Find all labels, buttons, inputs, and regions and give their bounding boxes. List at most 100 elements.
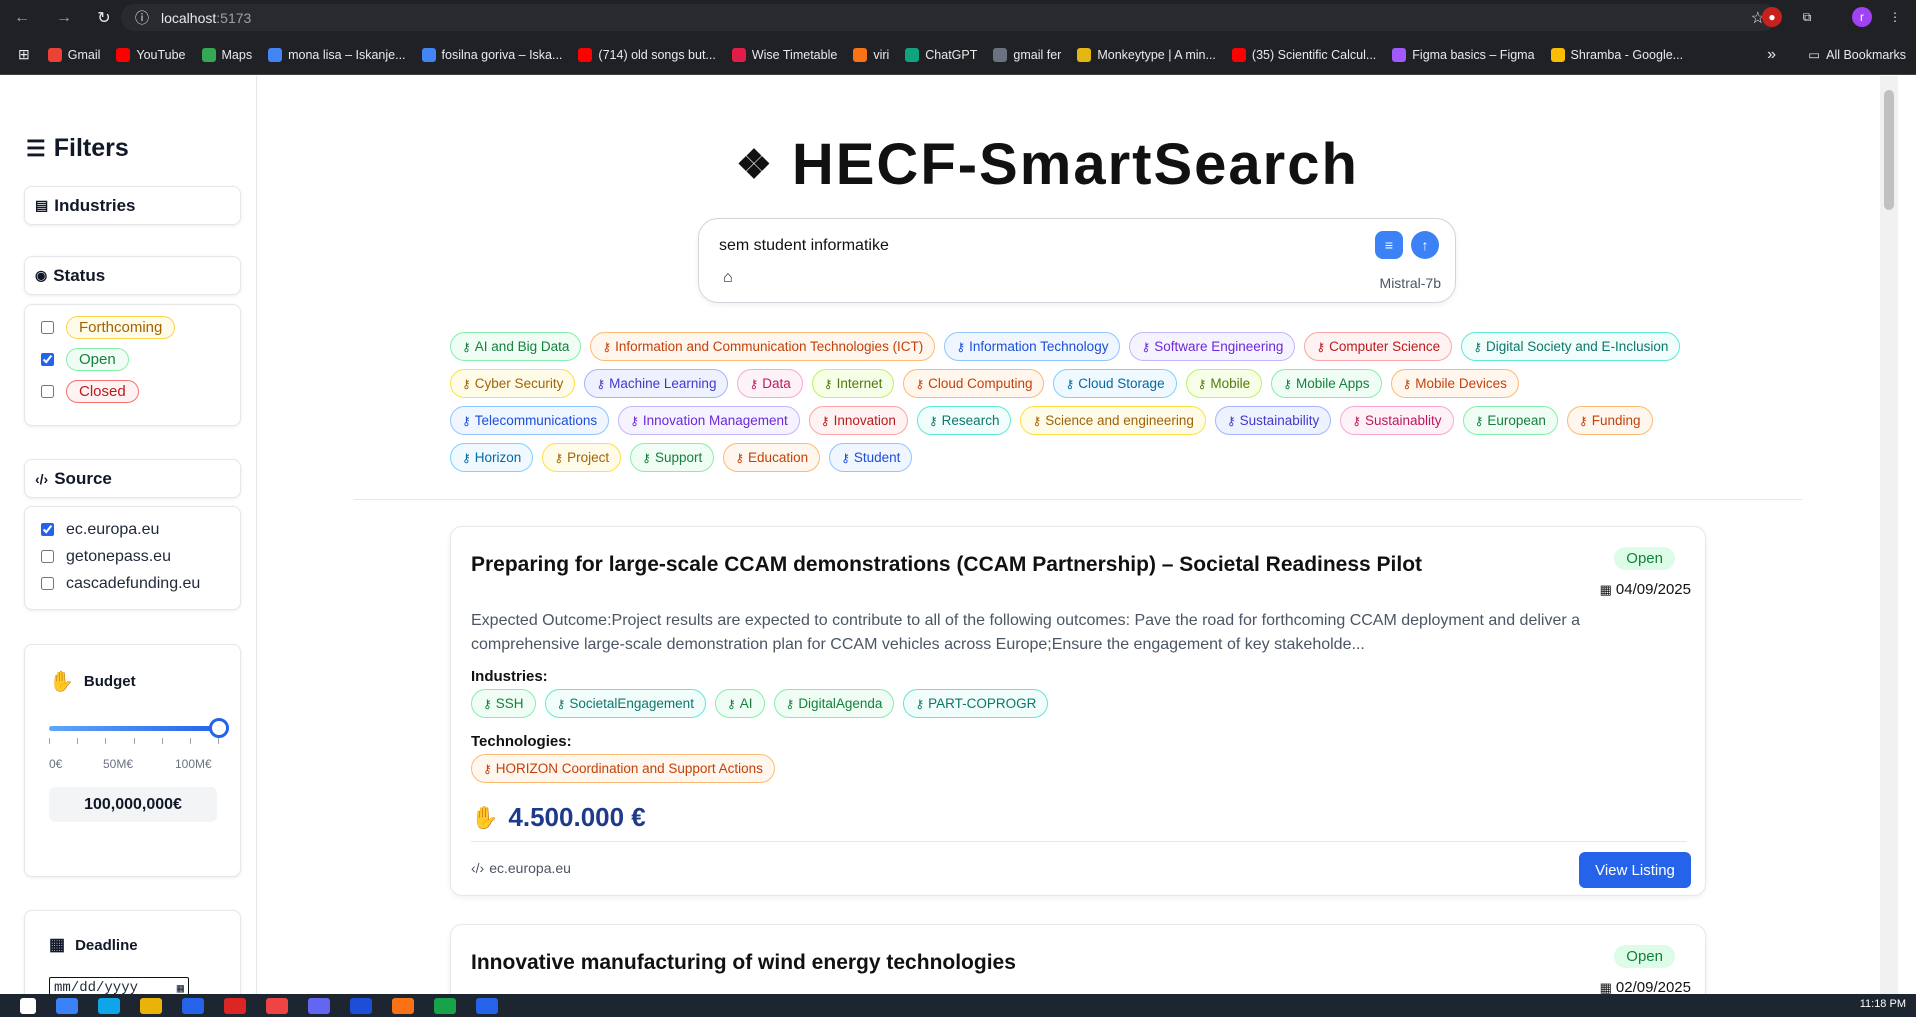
result-title[interactable]: Preparing for large-scale CCAM demonstra… (471, 553, 1422, 577)
keyword-tag[interactable]: ⚷ Student (829, 443, 913, 472)
chrome-taskbar-icon[interactable] (266, 997, 288, 1014)
keyword-tag[interactable]: ⚷ Funding (1566, 406, 1653, 435)
view-listing-button[interactable]: View Listing (1579, 852, 1691, 888)
source-checkbox-ec-europa-eu[interactable] (41, 523, 54, 536)
keyword-tag[interactable]: ⚷ Project (542, 443, 622, 472)
bookmark-viri[interactable]: viri (853, 47, 889, 62)
keyword-tag[interactable]: ⚷ Machine Learning (584, 369, 729, 398)
taskbar-app-icon[interactable] (434, 997, 456, 1014)
bookmark-maps[interactable]: Maps (201, 47, 252, 62)
windows-start-icon[interactable] (20, 997, 36, 1014)
result-title[interactable]: Innovative manufacturing of wind energy … (471, 951, 1016, 975)
extension-icon[interactable]: ● (1762, 7, 1782, 27)
address-bar[interactable]: ⓘ localhost:5173 ☆ (121, 4, 1777, 31)
keyword-tag[interactable]: ⚷ Digital Society and E-Inclusion (1461, 332, 1681, 361)
taskbar-app-icon[interactable] (56, 997, 78, 1014)
taskbar-app-icon[interactable] (98, 997, 120, 1014)
taskbar-app-icon[interactable] (350, 997, 372, 1014)
budget-slider-track[interactable] (49, 726, 219, 731)
keyword-tag[interactable]: ⚷ Innovation Management (618, 406, 800, 435)
keyword-tag[interactable]: ⚷ Mobile Apps (1271, 369, 1382, 398)
keyword-tag[interactable]: ⚷ European (1462, 406, 1558, 435)
keyword-tag[interactable]: ⚷ Information and Communication Technolog… (590, 332, 936, 361)
industry-tag[interactable]: ⚷ SocietalEngagement (544, 689, 706, 718)
bookmark-35-scientific-calcul[interactable]: (35) Scientific Calcul... (1231, 47, 1376, 62)
more-bookmarks-icon[interactable]: » (1767, 46, 1776, 64)
taskbar-app-icon[interactable] (392, 997, 414, 1014)
status-checkbox-open[interactable] (41, 352, 54, 366)
vscode-taskbar-icon[interactable] (476, 997, 498, 1014)
source-checkbox-getonepass-eu[interactable] (41, 550, 54, 563)
technology-tag[interactable]: ⚷ HORIZON Coordination and Support Action… (471, 754, 775, 783)
deadline-date-input[interactable]: mm/dd/yyyy ▦ (49, 977, 189, 994)
keyword-tag[interactable]: ⚷ Mobile Devices (1390, 369, 1519, 398)
bookmark-chatgpt[interactable]: ChatGPT (905, 47, 977, 62)
bookmark-mona-lisa-iskanje[interactable]: mona lisa – Iskanje... (268, 47, 406, 62)
status-option-closed[interactable]: Closed (25, 375, 240, 407)
forward-icon[interactable]: → (50, 4, 78, 32)
source-option-cascadefunding-eu[interactable]: cascadefunding.eu (25, 570, 240, 597)
industry-tag[interactable]: ⚷ AI (714, 689, 765, 718)
industries-filter[interactable]: ▤ Industries (24, 186, 241, 225)
keyword-tag[interactable]: ⚷ Telecommunications (450, 406, 610, 435)
keyword-tag[interactable]: ⚷ Innovation (808, 406, 908, 435)
status-checkbox-closed[interactable] (41, 384, 54, 398)
profile-avatar[interactable]: r (1852, 7, 1872, 27)
industry-tag[interactable]: ⚷ PART-COPROGR (903, 689, 1049, 718)
keyword-tag[interactable]: ⚷ AI and Big Data (450, 332, 582, 361)
taskbar-app-icon[interactable] (224, 997, 246, 1014)
keyword-tag[interactable]: ⚷ Computer Science (1304, 332, 1453, 361)
robot-icon[interactable]: ⌂ (723, 269, 733, 287)
scrollbar[interactable] (1880, 76, 1898, 994)
keyword-tag[interactable]: ⚷ Education (723, 443, 821, 472)
status-option-open[interactable]: Open (25, 343, 240, 375)
keyword-tag[interactable]: ⚷ Science and engineering (1020, 406, 1206, 435)
budget-slider-thumb[interactable] (209, 718, 229, 738)
extensions-puzzle-icon[interactable]: ⧉ (1797, 7, 1817, 27)
keyword-tag[interactable]: ⚷ Mobile (1185, 369, 1263, 398)
keyword-tag[interactable]: ⚷ Research (916, 406, 1012, 435)
keyword-tag[interactable]: ⚷ Information Technology (944, 332, 1121, 361)
bookmark-shramba-google[interactable]: Shramba - Google... (1550, 47, 1683, 62)
status-filter-header[interactable]: ◉ Status (24, 256, 241, 295)
menu-icon[interactable]: ⋮ (1885, 7, 1905, 27)
industry-tag[interactable]: ⚷ SSH (471, 689, 536, 718)
industry-tag[interactable]: ⚷ DigitalAgenda (773, 689, 895, 718)
search-history-icon[interactable]: ≡ (1375, 231, 1403, 259)
site-info-icon[interactable]: ⓘ (135, 8, 149, 28)
bookmark-youtube[interactable]: YouTube (116, 47, 186, 62)
taskbar-app-icon[interactable] (182, 997, 204, 1014)
calendar-picker-icon[interactable]: ▦ (177, 981, 184, 995)
bookmark-wise-timetable[interactable]: Wise Timetable (731, 47, 837, 62)
all-bookmarks[interactable]: ▭ All Bookmarks (1808, 47, 1906, 63)
keyword-tag[interactable]: ⚷ Support (630, 443, 715, 472)
search-input[interactable]: sem student informatike (719, 237, 889, 255)
scrollbar-thumb[interactable] (1884, 90, 1894, 210)
keyword-tag[interactable]: ⚷ Sustainability (1214, 406, 1332, 435)
status-option-forthcoming[interactable]: Forthcoming (25, 311, 240, 343)
bookmark-figma-basics-figma[interactable]: Figma basics – Figma (1392, 47, 1535, 62)
apps-grid-icon[interactable]: ⊞ (18, 46, 30, 63)
source-filter-header[interactable]: ‹/› Source (24, 459, 241, 498)
back-icon[interactable]: ← (8, 4, 36, 32)
keyword-tag[interactable]: ⚷ Sustainablity (1340, 406, 1454, 435)
bookmark-gmail-fer[interactable]: gmail fer (993, 47, 1061, 62)
search-box[interactable]: sem student informatike ⌂ ≡ ↑ Mistral-7b (698, 218, 1456, 303)
keyword-tag[interactable]: ⚷ Horizon (450, 443, 534, 472)
bookmark-gmail[interactable]: Gmail (47, 47, 100, 62)
source-checkbox-cascadefunding-eu[interactable] (41, 577, 54, 590)
status-checkbox-forthcoming[interactable] (41, 320, 54, 334)
keyword-tag[interactable]: ⚷ Cloud Computing (903, 369, 1045, 398)
keyword-tag[interactable]: ⚷ Internet (811, 369, 895, 398)
taskbar-app-icon[interactable] (140, 997, 162, 1014)
source-option-ec-europa-eu[interactable]: ec.europa.eu (25, 516, 240, 543)
reload-icon[interactable]: ↻ (90, 4, 118, 32)
source-option-getonepass-eu[interactable]: getonepass.eu (25, 543, 240, 570)
taskbar-app-icon[interactable] (308, 997, 330, 1014)
keyword-tag[interactable]: ⚷ Cloud Storage (1053, 369, 1177, 398)
keyword-tag[interactable]: ⚷ Software Engineering (1129, 332, 1296, 361)
bookmark-714-old-songs-but[interactable]: (714) old songs but... (578, 47, 716, 62)
keyword-tag[interactable]: ⚷ Data (737, 369, 803, 398)
bookmark-monkeytype-a-min[interactable]: Monkeytype | A min... (1077, 47, 1216, 62)
keyword-tag[interactable]: ⚷ Cyber Security (450, 369, 576, 398)
